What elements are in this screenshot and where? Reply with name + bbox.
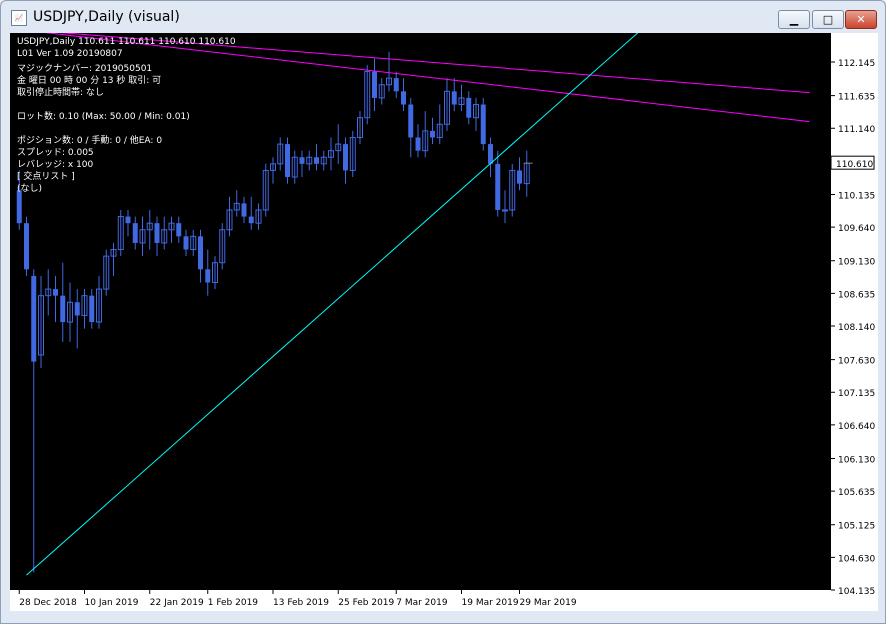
candle-body-down [408, 104, 414, 138]
time-tick-label: 1 Feb 2019 [208, 598, 259, 608]
candle-body-down [451, 91, 457, 105]
price-tick-label: 105.635 [838, 488, 875, 498]
candle-body-down [31, 275, 37, 362]
price-tick-label: 108.140 [838, 323, 875, 333]
candlestick-chart: 112.145111.635111.140110.640110.135109.6… [16, 33, 875, 608]
price-tick-label: 111.140 [838, 125, 875, 135]
candle-body-down [517, 170, 522, 184]
candle-body-down [74, 302, 80, 316]
price-tick-label: 104.135 [838, 587, 875, 597]
candle-body-down [241, 203, 247, 217]
price-tick-label: 109.130 [838, 258, 875, 268]
candle-body-down [372, 71, 377, 98]
info-lot-line: ロット数: 0.10 (Max: 50.00 / Min: 0.01) [17, 112, 190, 122]
info-symbol-line: USDJPY,Daily 110.611 110.611 110.610 110… [17, 37, 236, 47]
candle-body-down [415, 137, 421, 151]
price-tick-label: 108.635 [838, 290, 875, 300]
candle-body-down [16, 190, 22, 224]
price-tick-label: 104.630 [838, 554, 875, 564]
trendline [26, 33, 639, 576]
price-tick-label: 110.135 [838, 191, 875, 201]
candle-body-down [198, 236, 203, 270]
info-version-line: L01 Ver 1.09 20190807 [17, 49, 123, 59]
time-tick-label: 28 Dec 2018 [19, 598, 77, 608]
candle-body-down [154, 223, 160, 243]
info-stop-line: 取引停止時間帯: なし [17, 88, 104, 98]
candle-body-down [24, 223, 29, 270]
price-tick-label: 112.145 [838, 59, 875, 69]
candle-body-down [393, 78, 399, 92]
price-tick-label: 106.640 [838, 422, 875, 432]
candle-body-down [89, 295, 95, 323]
candle-body-down [299, 157, 305, 164]
time-tick-label: 7 Mar 2019 [396, 598, 448, 608]
candle-body-down [314, 157, 319, 164]
time-tick-label: 25 Feb 2019 [338, 598, 394, 608]
time-tick-label: 13 Feb 2019 [273, 598, 329, 608]
candle-body-down [132, 223, 138, 243]
candle-body-down [488, 144, 493, 164]
candle-body-down [480, 104, 486, 145]
time-tick-label: 19 Mar 2019 [462, 598, 519, 608]
candle-body-down [466, 97, 472, 118]
time-tick-label: 22 Jan 2019 [150, 598, 204, 608]
price-tick-label: 109.640 [838, 224, 875, 234]
candle-body-down [401, 91, 406, 105]
price-tick-label: 106.130 [838, 455, 875, 465]
price-tick-label: 107.630 [838, 357, 875, 367]
candle-body-down [53, 289, 58, 296]
candle-body-up [502, 209, 508, 212]
info-none-line: (なし) [17, 184, 43, 194]
price-tick-label: 111.635 [838, 93, 875, 103]
candle-body-down [248, 216, 254, 224]
price-tick-label: 105.125 [838, 522, 875, 532]
candle-body-down [343, 144, 348, 171]
candle-body-down [430, 130, 435, 138]
candle-body-down [125, 216, 131, 224]
time-tick-label: 29 Mar 2019 [520, 598, 577, 608]
candle-body-down [495, 163, 501, 210]
candle-body-down [176, 223, 182, 237]
candle-body-down [183, 236, 189, 250]
current-price-label: 110.610 [836, 160, 873, 170]
time-tick-label: 10 Jan 2019 [85, 598, 139, 608]
candle-body-down [205, 269, 211, 283]
price-tick-label: 107.135 [838, 389, 875, 399]
candle-body-down [285, 144, 290, 178]
candle-body-down [60, 295, 66, 323]
